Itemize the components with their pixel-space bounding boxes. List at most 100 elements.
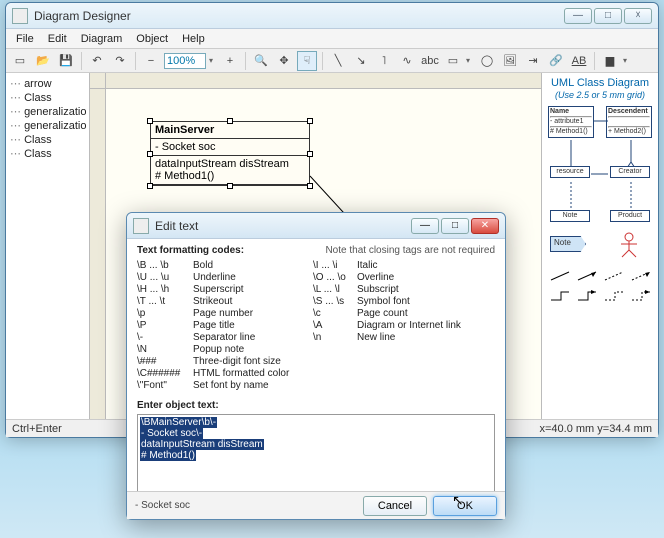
mini-label[interactable]: resource: [550, 166, 590, 178]
code-cell: \n: [313, 332, 357, 344]
mini-label[interactable]: Note: [550, 210, 590, 222]
fill-color-icon[interactable]: ▆: [600, 51, 620, 71]
code-cell: Separator line: [193, 332, 313, 344]
open-icon[interactable]: 📂: [33, 51, 53, 71]
tree-item[interactable]: Class: [8, 133, 87, 147]
mini-label[interactable]: Product: [610, 210, 650, 222]
code-cell: [357, 380, 495, 392]
codes-table: \B ... \bBold\I ... \iItalic\U ... \uUnd…: [137, 260, 495, 392]
code-cell: Superscript: [193, 284, 313, 296]
dialog-close-button[interactable]: ✕: [471, 218, 499, 234]
line-sample[interactable]: [548, 268, 571, 284]
palette-panel[interactable]: UML Class Diagram (Use 2.5 or 5 mm grid)…: [542, 73, 658, 419]
tree-item[interactable]: arrow: [8, 77, 87, 91]
dialog-minimize-button[interactable]: —: [411, 218, 439, 234]
menu-object[interactable]: Object: [130, 32, 174, 46]
zoom-field[interactable]: [164, 53, 206, 69]
menu-edit[interactable]: Edit: [42, 32, 73, 46]
enter-label: Enter object text:: [137, 400, 495, 411]
code-cell: \P: [137, 320, 193, 332]
line-sample[interactable]: [575, 288, 598, 304]
uml-op-line: # Method1(): [155, 170, 305, 182]
line-sample[interactable]: [602, 288, 625, 304]
ellipse-tool-icon[interactable]: ◯: [477, 51, 497, 71]
dialog-titlebar[interactable]: Edit text — □ ✕: [127, 213, 505, 239]
code-cell: Subscript: [357, 284, 495, 296]
zoom-out-icon[interactable]: −: [141, 51, 161, 71]
app-title: Diagram Designer: [34, 9, 564, 23]
dialog-maximize-button[interactable]: □: [441, 218, 469, 234]
tree-item[interactable]: generalization: [8, 119, 87, 133]
separator: [322, 52, 323, 70]
code-cell: Popup note: [193, 344, 313, 356]
ok-button[interactable]: OK: [433, 496, 497, 516]
zoom-tool-icon[interactable]: 🔍: [251, 51, 271, 71]
zoom-dropdown-icon[interactable]: ▾: [209, 56, 217, 65]
obj-line: dataInputStream disStream: [140, 439, 264, 450]
dialog-footer: - Socket soc Cancel OK: [127, 491, 505, 519]
note-shape[interactable]: Note: [550, 236, 586, 252]
pan-tool-icon[interactable]: ✥: [274, 51, 294, 71]
minimize-button[interactable]: —: [564, 8, 592, 24]
code-cell: \C######: [137, 368, 193, 380]
code-cell: \L ... \l: [313, 284, 357, 296]
connector-tool-icon[interactable]: ˥: [374, 51, 394, 71]
code-cell: Underline: [193, 272, 313, 284]
ruler-horizontal: [106, 73, 541, 89]
code-cell: Set font by name: [193, 380, 313, 392]
save-icon[interactable]: 💾: [56, 51, 76, 71]
line-sample[interactable]: [602, 268, 625, 284]
line-sample[interactable]: [629, 288, 652, 304]
edit-text-dialog[interactable]: Edit text — □ ✕ Text formatting codes: N…: [126, 212, 506, 520]
tree-panel[interactable]: arrow Class generalization generalizatio…: [6, 73, 90, 419]
palette-lines: [546, 264, 654, 308]
curve-tool-icon[interactable]: ∿: [397, 51, 417, 71]
line-tool-icon[interactable]: ╲: [328, 51, 348, 71]
status-hint: Ctrl+Enter: [12, 423, 62, 435]
menubar: File Edit Diagram Object Help: [6, 29, 658, 49]
tree-item[interactable]: Class: [8, 147, 87, 161]
underline-tool-icon[interactable]: AB: [569, 51, 589, 71]
cancel-button[interactable]: Cancel: [363, 496, 427, 516]
fill-dropdown-icon[interactable]: ▾: [623, 56, 631, 65]
code-cell: Strikeout: [193, 296, 313, 308]
obj-line: - Socket soc\-: [140, 428, 203, 439]
rect-tool-icon[interactable]: ▭: [443, 51, 463, 71]
code-cell: [313, 356, 357, 368]
mini-label[interactable]: Creator: [610, 166, 650, 178]
menu-diagram[interactable]: Diagram: [75, 32, 129, 46]
undo-icon[interactable]: ↶: [87, 51, 107, 71]
tree-item[interactable]: Class: [8, 91, 87, 105]
new-icon[interactable]: ▭: [10, 51, 30, 71]
ruler-corner: [90, 73, 106, 89]
text-tool-icon[interactable]: abc: [420, 51, 440, 71]
titlebar[interactable]: Diagram Designer — □ ☓: [6, 3, 658, 29]
menu-file[interactable]: File: [10, 32, 40, 46]
code-cell: \###: [137, 356, 193, 368]
menu-help[interactable]: Help: [176, 32, 211, 46]
codes-note: Note that closing tags are not required: [325, 245, 495, 256]
close-button[interactable]: ☓: [624, 8, 652, 24]
line-sample[interactable]: [575, 268, 598, 284]
flowline-tool-icon[interactable]: ⇥: [523, 51, 543, 71]
maximize-button[interactable]: □: [594, 8, 622, 24]
tree-item[interactable]: generalization: [8, 105, 87, 119]
code-cell: [313, 344, 357, 356]
pointer-tool-icon[interactable]: ☟: [297, 51, 317, 71]
code-cell: \c: [313, 308, 357, 320]
code-cell: \U ... \u: [137, 272, 193, 284]
dialog-icon: [133, 218, 149, 234]
redo-icon[interactable]: ↷: [110, 51, 130, 71]
arrow-tool-icon[interactable]: ↘: [351, 51, 371, 71]
app-icon: [12, 8, 28, 24]
image-tool-icon[interactable]: 🖼: [500, 51, 520, 71]
line-sample[interactable]: [629, 268, 652, 284]
code-cell: [357, 344, 495, 356]
zoom-in-icon[interactable]: +: [220, 51, 240, 71]
link-tool-icon[interactable]: 🔗: [546, 51, 566, 71]
line-sample[interactable]: [548, 288, 571, 304]
uml-class-box[interactable]: MainServer - Socket soc dataInputStream …: [150, 121, 310, 186]
rect-dropdown-icon[interactable]: ▾: [466, 56, 474, 65]
code-cell: \-: [137, 332, 193, 344]
actor-icon[interactable]: [618, 232, 640, 258]
